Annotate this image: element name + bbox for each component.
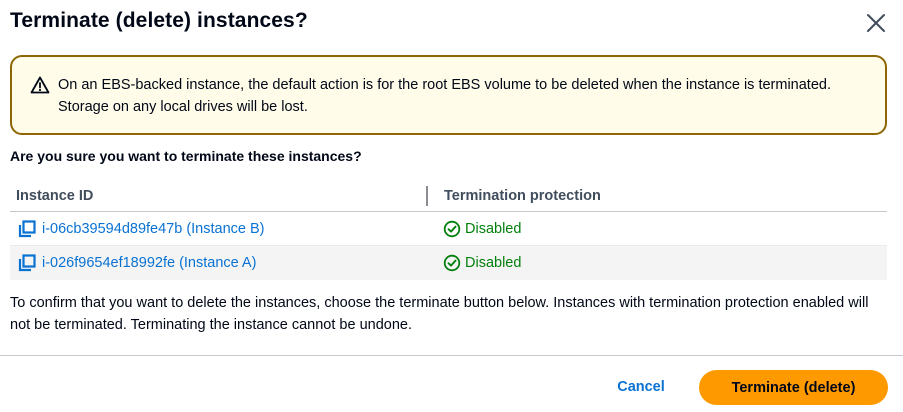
footer-divider <box>0 355 903 356</box>
instance-id-link[interactable]: i-06cb39594d89fe47b (Instance B) <box>18 220 265 238</box>
terminate-instances-modal: Terminate (delete) instances? On an EBS-… <box>0 0 903 412</box>
instance-id-text: i-026f9654ef18992fe (Instance A) <box>42 255 257 271</box>
confirm-question: Are you sure you want to terminate these… <box>10 148 362 164</box>
terminate-button[interactable]: Terminate (delete) <box>699 370 888 405</box>
table-header: Instance ID Termination protection <box>10 180 887 212</box>
status-text: Disabled <box>465 255 522 271</box>
copy-icon[interactable] <box>18 254 36 272</box>
status-text: Disabled <box>465 221 522 237</box>
check-circle-icon <box>443 254 461 272</box>
termination-protection-status: Disabled <box>443 220 521 238</box>
column-header-termination-protection: Termination protection <box>444 188 601 204</box>
instances-table: Instance ID Termination protection i-06c… <box>10 180 887 280</box>
table-row: i-06cb39594d89fe47b (Instance B) Disable… <box>10 212 887 246</box>
instance-id-link[interactable]: i-026f9654ef18992fe (Instance A) <box>18 254 256 272</box>
termination-protection-status: Disabled <box>443 254 521 272</box>
modal-header: Terminate (delete) instances? <box>10 0 893 48</box>
cancel-button[interactable]: Cancel <box>605 371 677 403</box>
close-icon <box>867 14 885 32</box>
warning-text: On an EBS-backed instance, the default a… <box>58 77 831 115</box>
modal-title: Terminate (delete) instances? <box>10 9 308 32</box>
instance-id-text: i-06cb39594d89fe47b (Instance B) <box>42 221 265 237</box>
confirm-description: To confirm that you want to delete the i… <box>10 295 869 333</box>
close-button[interactable] <box>861 8 891 38</box>
column-header-instance-id: Instance ID <box>16 188 94 204</box>
warning-alert: On an EBS-backed instance, the default a… <box>10 55 887 135</box>
warning-triangle-icon <box>30 76 50 94</box>
check-circle-icon <box>443 220 461 238</box>
column-resizer[interactable] <box>426 186 428 206</box>
copy-icon[interactable] <box>18 220 36 238</box>
table-row: i-026f9654ef18992fe (Instance A) Disable… <box>10 246 887 280</box>
